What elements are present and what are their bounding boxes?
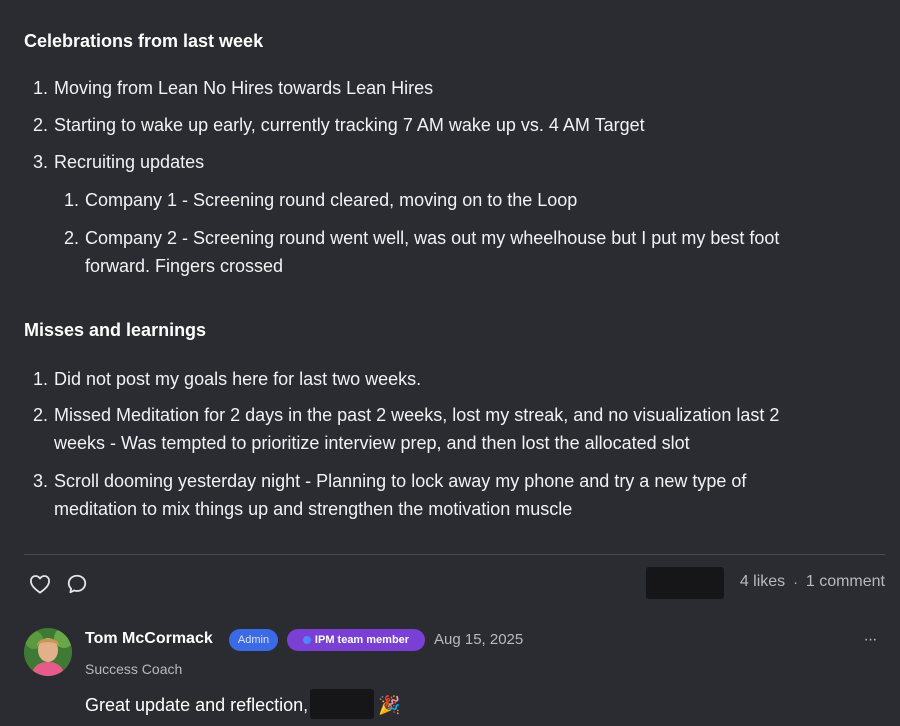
more-options-button[interactable]: ··· (858, 628, 882, 652)
team-member-badge: IPM team member (287, 629, 425, 651)
comment-body: Great update and reflection, (85, 694, 309, 715)
avatar-image (24, 628, 72, 676)
celebrations-heading: Celebrations from last week (24, 31, 264, 51)
party-popper-icon: 🎉 (378, 694, 401, 715)
comment-button[interactable] (65, 572, 89, 596)
team-badge-label: IPM team member (314, 634, 410, 646)
list-item: 2. Starting to wake up early, currently … (33, 115, 645, 135)
sub-list-item: 1. Company 1 - Screening round cleared, … (64, 190, 578, 210)
comment-author-role: Success Coach (85, 661, 183, 677)
comment-bubble-icon (67, 574, 87, 594)
comments-count[interactable]: 1 comment (806, 573, 885, 591)
likes-count[interactable]: 4 likes (740, 573, 785, 591)
list-item: 3. Scroll dooming yesterday night - Plan… (33, 471, 747, 519)
redacted-avatars (646, 567, 724, 599)
more-horizontal-icon: ··· (863, 631, 878, 648)
comment-date[interactable]: Aug 15, 2025 (434, 631, 523, 648)
team-dot-icon (302, 636, 311, 644)
stats-separator: · (793, 574, 798, 590)
heart-icon (29, 575, 50, 594)
list-item: 1. Did not post my goals here for last t… (33, 369, 422, 389)
like-button[interactable] (28, 572, 52, 596)
comment-author[interactable]: Tom McCormack (85, 630, 213, 648)
list-item: 3. Recruiting updates (33, 152, 205, 172)
admin-badge: Admin (229, 629, 278, 651)
avatar[interactable] (24, 628, 72, 676)
redacted-name (310, 689, 375, 719)
list-item: 2. Missed Meditation for 2 days in the p… (33, 405, 780, 453)
list-item: 1. Moving from Lean No Hires towards Lea… (33, 78, 434, 98)
misses-heading: Misses and learnings (24, 320, 207, 340)
sub-list-item: 2. Company 2 - Screening round went well… (64, 228, 780, 276)
divider (24, 554, 885, 555)
post-stats: 4 likes · 1 comment (740, 573, 885, 591)
comment-text: Great update and reflection, 🎉 (85, 689, 401, 721)
